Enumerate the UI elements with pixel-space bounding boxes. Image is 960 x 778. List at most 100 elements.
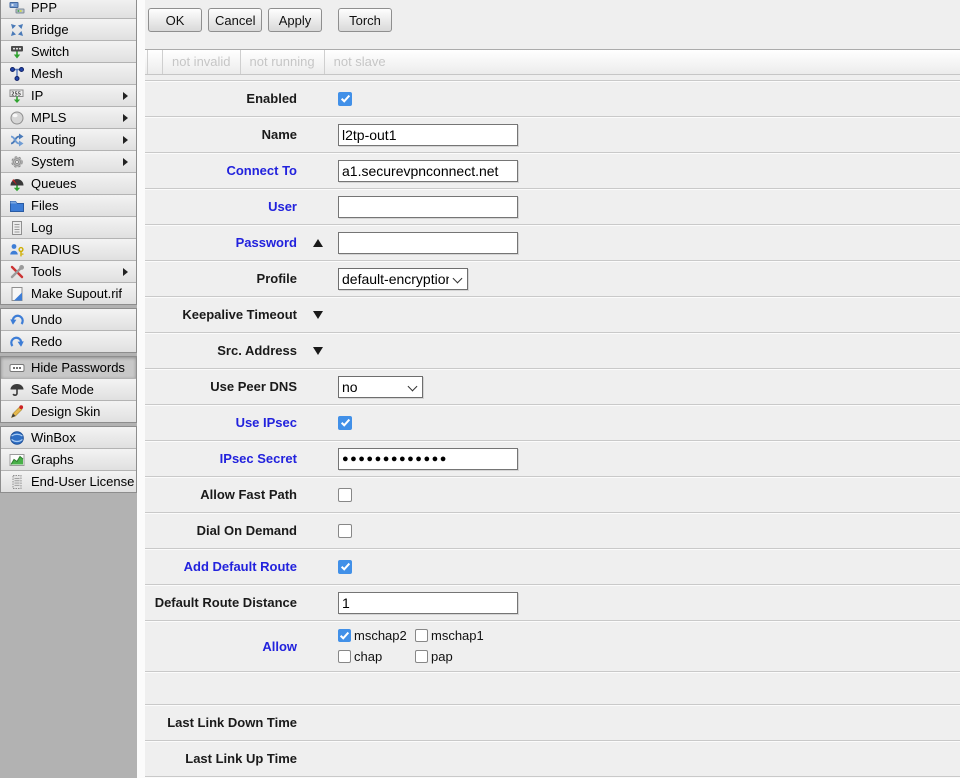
use-peer-dns-select[interactable]: no — [338, 376, 423, 398]
torch-button[interactable]: Torch — [338, 8, 392, 32]
ipsec-secret-input[interactable] — [338, 448, 518, 470]
apply-button[interactable]: Apply — [268, 8, 322, 32]
field-control — [338, 488, 960, 502]
cancel-button[interactable]: Cancel — [208, 8, 262, 32]
submenu-arrow-icon — [123, 92, 128, 100]
sidebar-item-tools[interactable]: Tools — [1, 261, 136, 283]
sidebar-item-log[interactable]: Log — [1, 217, 136, 239]
field-control — [338, 416, 960, 430]
sidebar-item-design-skin[interactable]: Design Skin — [1, 401, 136, 422]
option-label: mschap2 — [354, 628, 407, 643]
allow-option-pap[interactable]: pap — [415, 649, 484, 664]
sidebar-item-label: WinBox — [31, 430, 76, 445]
sidebar-item-ppp[interactable]: PPP — [1, 0, 136, 19]
field-control: no — [338, 376, 960, 398]
field-label: Password — [145, 235, 297, 250]
switch-icon — [9, 44, 25, 60]
dial-on-demand-checkbox[interactable] — [338, 524, 352, 538]
sidebar-item-routing[interactable]: Routing — [1, 129, 136, 151]
form-row-ipsec-secret: IPsec Secret — [145, 440, 960, 476]
svg-text:255: 255 — [11, 91, 21, 97]
sidebar-item-files[interactable]: Files — [1, 195, 136, 217]
name-input[interactable] — [338, 124, 518, 146]
form-row-add-default-route: Add Default Route — [145, 548, 960, 584]
field-label: Last Link Up Time — [145, 751, 297, 766]
field-label: Name — [145, 127, 297, 142]
field-label: Last Link Down Time — [145, 715, 297, 730]
submenu-arrow-icon — [123, 136, 128, 144]
toolbar: OKCancelApply Torch — [145, 0, 960, 50]
sidebar-item-winbox[interactable]: WinBox — [1, 427, 136, 449]
field-label: IPsec Secret — [145, 451, 297, 466]
sidebar-item-label: Switch — [31, 44, 69, 59]
sidebar-item-mpls[interactable]: MPLS — [1, 107, 136, 129]
expand-arrow-button[interactable] — [313, 347, 323, 355]
graphs-icon — [9, 452, 25, 468]
sidebar-item-label: Queues — [31, 176, 77, 191]
sidebar-group: Undo Redo — [0, 308, 137, 353]
sidebar-group: PPP Bridge Switch Mesh255IPMPLSRoutingSyste… — [0, 0, 137, 305]
default-route-distance-input[interactable] — [338, 592, 518, 614]
field-label: Allow — [145, 639, 297, 654]
sidebar-item-make-supout-rif[interactable]: Make Supout.rif — [1, 283, 136, 304]
form: EnabledNameConnect ToUserPasswordProfile… — [145, 80, 960, 778]
sidebar-item-label: Undo — [31, 312, 62, 327]
form-row-use-peer-dns: Use Peer DNSno — [145, 368, 960, 404]
sidebar-item-queues[interactable]: Queues — [1, 173, 136, 195]
allow-option-chap[interactable]: chap — [338, 649, 415, 664]
sidebar-item-end-user-license[interactable]: End-User License — [1, 471, 136, 492]
sidebar-item-system[interactable]: System — [1, 151, 136, 173]
password-input[interactable] — [338, 232, 518, 254]
allow-option-mschap1[interactable]: mschap1 — [415, 628, 484, 643]
sidebar-item-hide-passwords[interactable]: Hide Passwords — [1, 357, 136, 379]
form-row-spacer — [145, 671, 960, 704]
bridge-icon — [9, 22, 25, 38]
allow-option-mschap2[interactable]: mschap2 — [338, 628, 415, 643]
sidebar-item-graphs[interactable]: Graphs — [1, 449, 136, 471]
user-input[interactable] — [338, 196, 518, 218]
form-row-allow: Allow mschap2 mschap1chappap — [145, 620, 960, 671]
expand-arrow-button[interactable] — [313, 311, 323, 319]
sidebar-item-redo[interactable]: Redo — [1, 331, 136, 352]
mpls-icon — [9, 110, 25, 126]
sidebar-item-label: Bridge — [31, 22, 69, 37]
allow-fast-path-checkbox[interactable] — [338, 488, 352, 502]
profile-select-wrap: default-encryption — [338, 268, 468, 290]
sidebar-content-divider — [137, 0, 145, 778]
mesh-icon — [9, 66, 25, 82]
sidebar-item-ip[interactable]: 255IP — [1, 85, 136, 107]
license-icon — [9, 474, 25, 490]
ok-button[interactable]: OK — [148, 8, 202, 32]
pap-checkbox[interactable] — [415, 650, 428, 663]
use-ipsec-checkbox[interactable] — [338, 416, 352, 430]
field-control — [338, 448, 960, 470]
connect-to-input[interactable] — [338, 160, 518, 182]
use-peer-dns-select-wrap: no — [338, 376, 423, 398]
status-not-running: not running — [240, 50, 324, 74]
mschap2-checkbox[interactable] — [338, 629, 351, 642]
sidebar: PPP Bridge Switch Mesh255IPMPLSRoutingSyste… — [0, 0, 137, 778]
sidebar-item-label: Tools — [31, 264, 61, 279]
safe-mode-icon — [9, 382, 25, 398]
sidebar-item-undo[interactable]: Undo — [1, 309, 136, 331]
chap-checkbox[interactable] — [338, 650, 351, 663]
sidebar-item-mesh[interactable]: Mesh — [1, 63, 136, 85]
sidebar-item-radius[interactable]: RADIUS — [1, 239, 136, 261]
winbox-icon — [9, 430, 25, 446]
collapse-arrow-button[interactable] — [313, 239, 323, 247]
submenu-arrow-icon — [123, 268, 128, 276]
sidebar-group: Hide PasswordsSafe ModeDesign Skin — [0, 356, 137, 423]
radius-icon — [9, 242, 25, 258]
profile-select[interactable]: default-encryption — [338, 268, 468, 290]
field-label: Add Default Route — [145, 559, 297, 574]
add-default-route-checkbox[interactable] — [338, 560, 352, 574]
sidebar-item-safe-mode[interactable]: Safe Mode — [1, 379, 136, 401]
field-control — [338, 92, 960, 106]
system-icon — [9, 154, 25, 170]
mschap1-checkbox[interactable] — [415, 629, 428, 642]
sidebar-item-label: Make Supout.rif — [31, 286, 122, 301]
sidebar-item-switch[interactable]: Switch — [1, 41, 136, 63]
sidebar-item-label: Files — [31, 198, 58, 213]
sidebar-item-bridge[interactable]: Bridge — [1, 19, 136, 41]
enabled-checkbox[interactable] — [338, 92, 352, 106]
